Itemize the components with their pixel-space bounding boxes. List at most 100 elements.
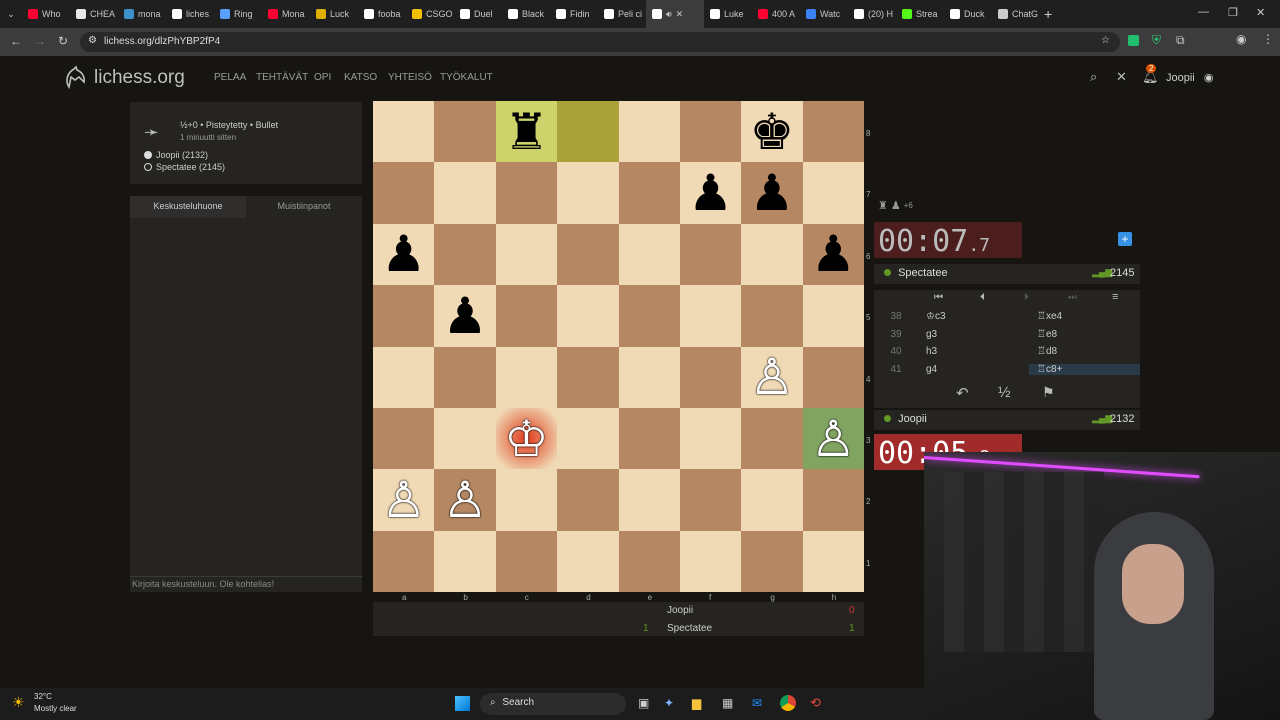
new-tab-button[interactable]: + bbox=[1044, 6, 1052, 22]
tab-search-icon[interactable]: ⌄ bbox=[0, 9, 22, 20]
square-e1[interactable] bbox=[618, 530, 680, 592]
browser-tab[interactable]: (20) H bbox=[848, 0, 896, 28]
white-move[interactable]: ♔c3 bbox=[918, 311, 1029, 322]
first-move-icon[interactable]: ⏮ bbox=[934, 292, 943, 303]
square-a4[interactable] bbox=[373, 346, 435, 408]
square-f3[interactable] bbox=[679, 407, 742, 470]
outlook-icon[interactable]: ✉ bbox=[752, 696, 762, 710]
weather-description[interactable]: Mostly clear bbox=[34, 704, 77, 713]
square-g1[interactable] bbox=[741, 530, 803, 592]
browser-tab[interactable]: Who bbox=[22, 0, 70, 28]
resign-flag-icon[interactable]: ⚑ bbox=[1042, 384, 1055, 401]
square-b6[interactable] bbox=[434, 223, 496, 286]
close-window-icon[interactable]: ✕ bbox=[1256, 6, 1265, 19]
square-d2[interactable] bbox=[557, 469, 619, 531]
browser-tab[interactable]: Mona bbox=[262, 0, 310, 28]
browser-tab[interactable]: CSGO bbox=[406, 0, 454, 28]
square-e7[interactable] bbox=[618, 162, 680, 224]
crosstable-player-2[interactable]: Spectatee bbox=[667, 623, 712, 634]
square-c6[interactable] bbox=[495, 223, 558, 286]
piece-h3[interactable]: ♙ bbox=[811, 414, 856, 464]
shield-extension-icon[interactable]: ⛨ bbox=[1152, 33, 1161, 48]
square-g3[interactable] bbox=[741, 407, 803, 470]
profile-icon[interactable]: ◉ bbox=[1236, 32, 1246, 46]
piece-f7[interactable]: ♟ bbox=[688, 168, 733, 218]
browser-tab-active[interactable]: 🔊︎ ✕ bbox=[646, 0, 704, 28]
square-b5[interactable]: ♟ bbox=[434, 285, 496, 347]
copilot-icon[interactable]: ✦ bbox=[664, 696, 674, 710]
file-explorer-icon[interactable]: ▆ bbox=[692, 696, 701, 710]
piece-a2[interactable]: ♙ bbox=[381, 475, 426, 525]
chat-input[interactable]: Kirjoita keskusteluun. Ole kohtelias! bbox=[130, 576, 362, 592]
square-d7[interactable] bbox=[557, 162, 619, 224]
close-icon[interactable]: ✕ bbox=[1116, 69, 1127, 85]
browser-tab[interactable]: Ring bbox=[214, 0, 262, 28]
close-tab-icon[interactable]: ✕ bbox=[676, 9, 684, 20]
square-a2[interactable]: ♙ bbox=[373, 469, 435, 531]
browser-tab[interactable]: Duel bbox=[454, 0, 502, 28]
square-f4[interactable] bbox=[679, 346, 742, 408]
bookmark-star-icon[interactable]: ☆ bbox=[1101, 35, 1110, 46]
next-move-icon[interactable]: ⏵ bbox=[1024, 292, 1029, 303]
square-a5[interactable] bbox=[373, 285, 435, 347]
square-f2[interactable] bbox=[679, 469, 742, 531]
white-move[interactable]: h3 bbox=[918, 346, 1029, 357]
square-f7[interactable]: ♟ bbox=[679, 162, 742, 224]
chrome-icon[interactable] bbox=[780, 695, 796, 711]
square-e8[interactable] bbox=[618, 101, 680, 163]
square-b7[interactable] bbox=[434, 162, 496, 224]
my-name[interactable]: Joopii bbox=[898, 413, 927, 425]
browser-tab[interactable]: Duck bbox=[944, 0, 992, 28]
square-c8[interactable]: ♜ bbox=[495, 101, 558, 163]
square-g2[interactable] bbox=[741, 469, 803, 531]
square-h5[interactable] bbox=[802, 285, 864, 347]
windows-start-icon[interactable] bbox=[455, 696, 470, 711]
square-d8[interactable] bbox=[557, 101, 619, 163]
browser-tab[interactable]: fooba bbox=[358, 0, 406, 28]
white-move[interactable]: g3 bbox=[918, 329, 1029, 340]
user-menu[interactable]: Joopii ◉ bbox=[1166, 71, 1213, 84]
crosstable-player-1[interactable]: Joopii bbox=[667, 605, 693, 616]
square-d3[interactable] bbox=[557, 407, 619, 470]
browser-tab[interactable]: Black bbox=[502, 0, 550, 28]
nav-watch[interactable]: KATSO bbox=[344, 72, 377, 83]
store-icon[interactable]: ▦ bbox=[722, 696, 733, 710]
square-b2[interactable]: ♙ bbox=[434, 469, 496, 531]
square-c4[interactable] bbox=[495, 346, 558, 408]
browser-tab[interactable]: Luke bbox=[704, 0, 752, 28]
forward-icon[interactable]: → bbox=[34, 34, 46, 48]
browser-tab[interactable]: ChatG bbox=[992, 0, 1040, 28]
piece-g7[interactable]: ♟ bbox=[750, 168, 795, 218]
browser-tab[interactable]: CHEA bbox=[70, 0, 118, 28]
square-g4[interactable]: ♙ bbox=[741, 346, 803, 408]
opponent-name[interactable]: Spectatee bbox=[898, 267, 948, 279]
square-b1[interactable] bbox=[434, 530, 496, 592]
square-f5[interactable] bbox=[679, 285, 742, 347]
piece-b2[interactable]: ♙ bbox=[443, 475, 488, 525]
black-player-link[interactable]: Spectatee (2145) bbox=[156, 162, 225, 172]
browser-tab[interactable]: Fidin bbox=[550, 0, 598, 28]
piece-g8[interactable]: ♚ bbox=[750, 107, 795, 157]
site-logo[interactable]: lichess.org bbox=[62, 65, 185, 91]
square-b4[interactable] bbox=[434, 346, 496, 408]
black-move[interactable]: ♖xe4 bbox=[1029, 311, 1140, 322]
square-d1[interactable] bbox=[557, 530, 619, 592]
square-g5[interactable] bbox=[741, 285, 803, 347]
browser-menu-icon[interactable]: ⋮ bbox=[1262, 32, 1274, 46]
search-icon[interactable]: ⌕ bbox=[1090, 69, 1097, 85]
tab-notes[interactable]: Muistiinpanot bbox=[246, 196, 362, 218]
last-move-icon[interactable]: ⏭ bbox=[1068, 292, 1077, 303]
square-b3[interactable] bbox=[434, 407, 496, 470]
app-icon[interactable]: ⟲ bbox=[810, 695, 821, 711]
nav-learn[interactable]: OPI bbox=[314, 72, 331, 83]
square-a1[interactable] bbox=[373, 530, 435, 592]
tab-audio-icon[interactable]: 🔊︎ bbox=[666, 9, 672, 20]
nav-play[interactable]: PELAA bbox=[214, 72, 246, 83]
maximize-icon[interactable]: ❐ bbox=[1228, 6, 1238, 19]
square-h3[interactable]: ♙ bbox=[802, 407, 864, 470]
square-h6[interactable]: ♟ bbox=[802, 223, 864, 286]
extension-icon[interactable] bbox=[1128, 35, 1139, 46]
square-c7[interactable] bbox=[495, 162, 558, 224]
square-g7[interactable]: ♟ bbox=[741, 162, 803, 224]
square-e4[interactable] bbox=[618, 346, 680, 408]
